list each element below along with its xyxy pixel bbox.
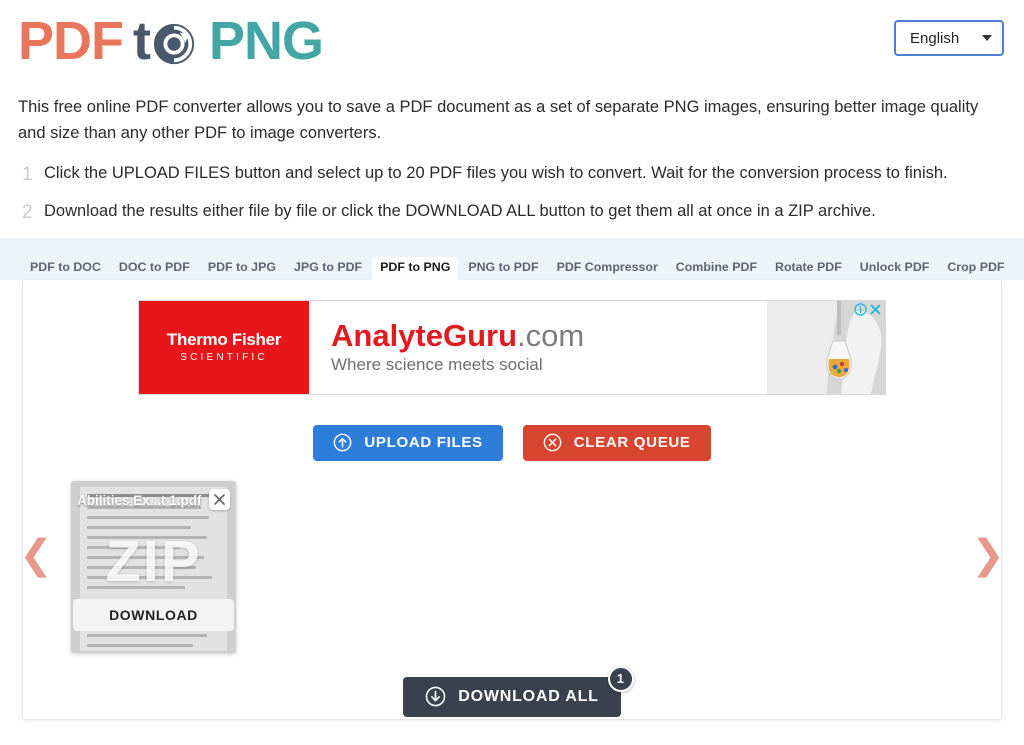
ad-image [767, 300, 885, 394]
logo-text-to: t [133, 14, 197, 68]
logo-text-pdf: PDF [18, 11, 124, 71]
adchoices-info-icon[interactable] [854, 303, 867, 316]
ad-choices-controls[interactable] [854, 303, 882, 316]
logo-text-png: PNG [208, 11, 324, 71]
step-text: Click the UPLOAD FILES button and select… [44, 163, 948, 182]
instruction-steps: 1 Click the UPLOAD FILES button and sele… [18, 161, 1006, 228]
close-circle-icon [543, 433, 562, 452]
list-item: 2 Download the results either file by fi… [18, 199, 1006, 228]
page-header: PDF t PNG English [0, 0, 1024, 90]
tab-unlock-pdf[interactable]: Unlock PDF [852, 257, 938, 280]
tool-tabbar: PDF to DOC DOC to PDF PDF to JPG JPG to … [0, 237, 1024, 280]
download-all-button[interactable]: DOWNLOAD ALL 1 [403, 665, 634, 717]
file-name: Abilities Ex...t 1.pdf [77, 492, 202, 508]
tab-pdf-compressor[interactable]: PDF Compressor [549, 257, 666, 280]
chevron-right-icon[interactable]: ❯ [971, 533, 1001, 577]
ad-title-main: AnalyteGuru [331, 317, 518, 353]
advertisement-banner[interactable]: Thermo Fisher SCIENTIFIC AnalyteGuru.com… [138, 299, 886, 395]
upload-files-button[interactable]: UPLOAD FILES [313, 424, 503, 461]
chevron-down-icon [982, 35, 992, 41]
step-number: 1 [22, 163, 33, 185]
tab-jpg-to-pdf[interactable]: JPG to PDF [286, 257, 370, 280]
page-description: This free online PDF converter allows yo… [18, 98, 979, 143]
refresh-circle-icon [151, 21, 197, 67]
remove-file-button[interactable] [209, 488, 230, 510]
clear-queue-button[interactable]: CLEAR QUEUE [522, 424, 711, 461]
tab-combine-pdf[interactable]: Combine PDF [668, 257, 765, 280]
step-number: 2 [22, 202, 33, 224]
ad-subtitle: Where science meets social [331, 355, 543, 375]
clear-queue-label: CLEAR QUEUE [573, 434, 691, 452]
ad-sponsor-subtitle: SCIENTIFIC [180, 352, 268, 364]
download-all-section: DOWNLOAD ALL 1 [23, 665, 1001, 717]
close-icon [214, 493, 225, 505]
tab-pdf-to-doc[interactable]: PDF to DOC [22, 257, 109, 280]
thumbnail-strip: ZIP Abilities Ex...t 1.pdf DOWNLOAD [23, 480, 1001, 653]
pdf-to-png-page: PDF t PNG English This free online PDF c… [0, 0, 1024, 745]
ad-title-tld: .com [517, 317, 585, 353]
ad-close-icon[interactable] [869, 303, 882, 316]
list-item[interactable]: ZIP Abilities Ex...t 1.pdf DOWNLOAD [71, 480, 236, 653]
tab-crop-pdf[interactable]: Crop PDF [939, 257, 1012, 280]
tab-png-to-pdf[interactable]: PNG to PDF [460, 257, 546, 280]
action-buttons: UPLOAD FILES CLEAR QUEUE [23, 424, 1001, 461]
language-selector[interactable]: English [894, 20, 1004, 56]
download-arrow-circle-icon [425, 686, 446, 707]
ad-content: AnalyteGuru.com Where science meets soci… [309, 301, 767, 394]
tab-pdf-to-png[interactable]: PDF to PNG [372, 257, 459, 280]
download-all-label: DOWNLOAD ALL [458, 687, 599, 705]
converter-panel: Thermo Fisher SCIENTIFIC AnalyteGuru.com… [22, 279, 1002, 720]
language-selector-value: English [910, 29, 960, 47]
upload-files-label: UPLOAD FILES [364, 434, 483, 452]
site-logo[interactable]: PDF t PNG [18, 14, 1006, 68]
ad-sponsor-name: Thermo Fisher [166, 330, 282, 350]
upload-arrow-circle-icon [333, 433, 352, 452]
tab-doc-to-pdf[interactable]: DOC to PDF [111, 257, 198, 280]
ad-sponsor-logo: Thermo Fisher SCIENTIFIC [139, 300, 309, 394]
chevron-left-icon[interactable]: ❮ [23, 533, 53, 577]
list-item: 1 Click the UPLOAD FILES button and sele… [18, 161, 1006, 190]
tab-pdf-to-jpg[interactable]: PDF to JPG [200, 257, 284, 280]
file-carousel: ❮ ❯ ZIP Abilities Ex...t 1.pdf DOWNLOAD [23, 480, 1001, 671]
download-file-button[interactable]: DOWNLOAD [73, 598, 234, 631]
tab-rotate-pdf[interactable]: Rotate PDF [767, 257, 850, 280]
status-badge: 1 [607, 665, 634, 692]
step-text: Download the results either file by file… [44, 202, 876, 221]
ad-title: AnalyteGuru.com [331, 317, 767, 353]
